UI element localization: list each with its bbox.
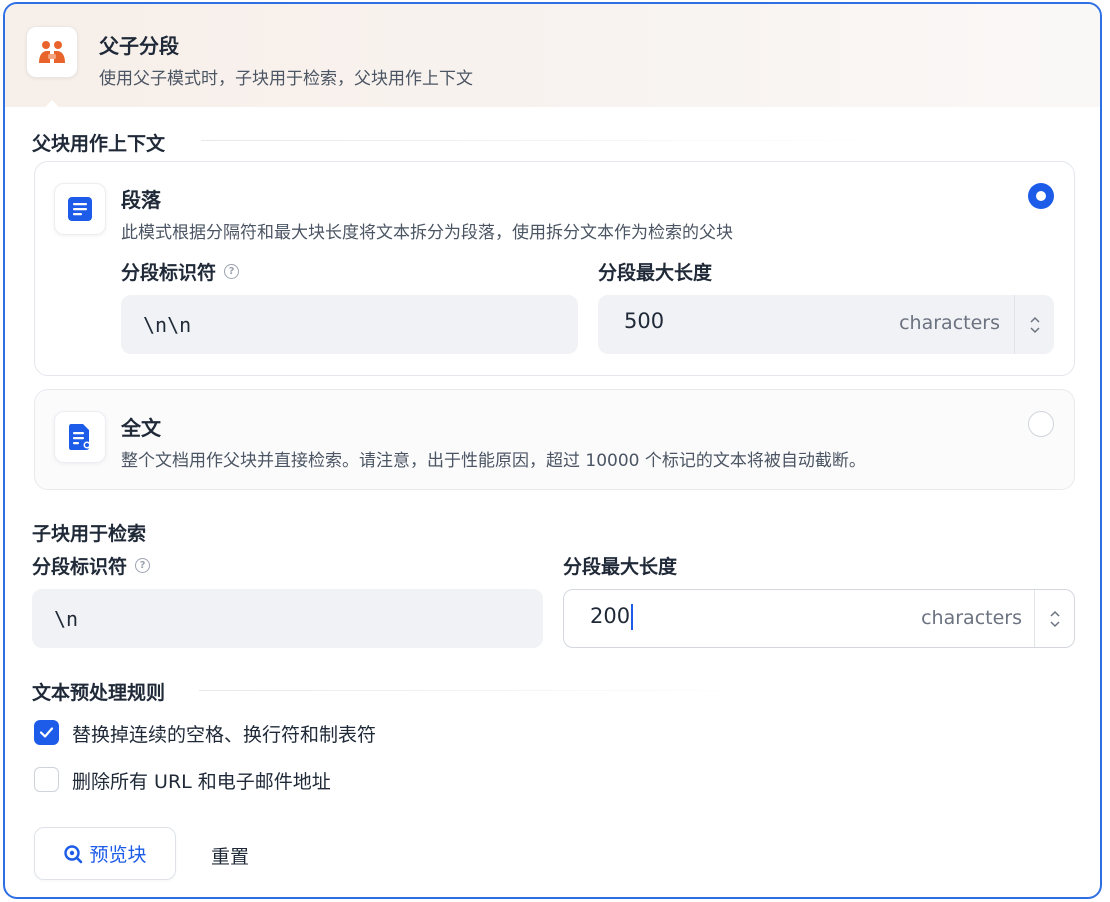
- preprocess-title: 文本预处理规则: [32, 682, 166, 704]
- number-stepper[interactable]: [1034, 590, 1074, 647]
- help-icon[interactable]: ?: [224, 264, 240, 279]
- option-title: 全文: [121, 416, 161, 440]
- preview-button[interactable]: 预览块: [34, 827, 176, 880]
- chevron-up-icon[interactable]: [1049, 609, 1061, 618]
- chevron-down-icon[interactable]: [1029, 326, 1041, 335]
- chevron-up-icon[interactable]: [1029, 315, 1041, 324]
- help-icon[interactable]: ?: [135, 558, 151, 573]
- paragraph-icon: [54, 183, 106, 235]
- search-icon: [64, 844, 83, 863]
- text-caret: [631, 604, 634, 630]
- parent-delimiter-label: 分段标识符 ?: [121, 258, 240, 285]
- child-section-title: 子块用于检索: [32, 523, 147, 545]
- checkmark-icon: [39, 727, 54, 738]
- child-delimiter-label: 分段标识符 ?: [32, 552, 151, 579]
- unit-label: characters: [921, 607, 1022, 629]
- parent-max-length-label: 分段最大长度: [598, 262, 713, 284]
- checkbox-replace-whitespace[interactable]: [34, 720, 59, 745]
- rule-label-replace-whitespace[interactable]: 替换掉连续的空格、换行符和制表符: [72, 720, 376, 747]
- child-max-length-label: 分段最大长度: [563, 556, 678, 578]
- option-description: 此模式根据分隔符和最大块长度将文本拆分为段落，使用拆分文本作为检索的父块: [121, 223, 733, 243]
- option-description: 整个文档用作父块并直接检索。请注意，出于性能原因，超过 10000 个标记的文本…: [121, 451, 866, 471]
- card-title: 父子分段: [99, 34, 179, 58]
- parent-section-title: 父块用作上下文: [32, 133, 166, 155]
- number-stepper[interactable]: [1014, 295, 1054, 354]
- option-full-doc[interactable]: 全文 整个文档用作父块并直接检索。请注意，出于性能原因，超过 10000 个标记…: [34, 389, 1075, 490]
- parent-max-length-input[interactable]: 500 characters: [598, 295, 1054, 354]
- unit-label: characters: [899, 312, 1000, 334]
- card-description: 使用父子模式时，子块用于检索，父块用作上下文: [99, 69, 473, 89]
- child-max-length-input[interactable]: 200 characters: [563, 589, 1075, 648]
- radio-paragraph[interactable]: [1028, 183, 1054, 209]
- child-delimiter-input[interactable]: \n: [32, 589, 543, 648]
- section-divider: [201, 140, 901, 141]
- option-paragraph[interactable]: 段落 此模式根据分隔符和最大块长度将文本拆分为段落，使用拆分文本作为检索的父块 …: [34, 161, 1075, 376]
- radio-full-doc[interactable]: [1028, 411, 1054, 437]
- option-title: 段落: [121, 188, 161, 212]
- header-notch: [44, 100, 60, 108]
- child-max-length-value: 200: [590, 604, 631, 628]
- parent-child-chunk-card: 父子分段 使用父子模式时，子块用于检索，父块用作上下文 父块用作上下文 段落 此…: [3, 2, 1102, 899]
- rule-label-remove-urls[interactable]: 删除所有 URL 和电子邮件地址: [72, 767, 331, 794]
- card-header: 父子分段 使用父子模式时，子块用于检索，父块用作上下文: [5, 4, 1100, 108]
- preview-button-label: 预览块: [89, 844, 147, 866]
- checkbox-remove-urls[interactable]: [34, 767, 59, 792]
- parent-max-length-value: 500: [624, 309, 665, 333]
- parent-child-icon: [26, 26, 78, 78]
- document-icon: [54, 411, 106, 463]
- section-divider: [199, 690, 759, 691]
- parent-delimiter-input[interactable]: \n\n: [121, 295, 578, 354]
- chevron-down-icon[interactable]: [1049, 620, 1061, 629]
- reset-button[interactable]: 重置: [211, 842, 249, 869]
